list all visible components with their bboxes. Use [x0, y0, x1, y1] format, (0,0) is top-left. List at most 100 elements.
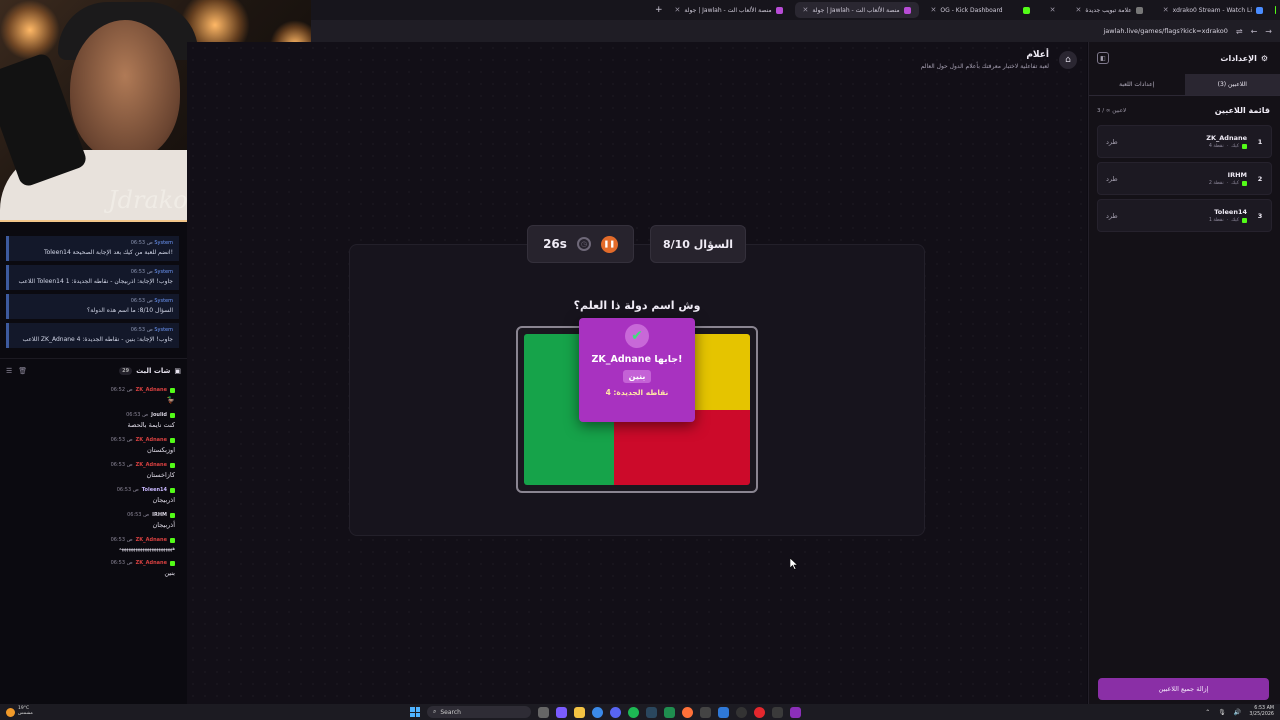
system-message: 06:53 ص System اللاعب ZK_Adnane جاوب! ال… [6, 323, 179, 348]
browser-tab[interactable]: ✕ علامة تبويب جديدة [1067, 2, 1150, 18]
firefox-icon[interactable] [682, 706, 693, 718]
volume-icon[interactable]: 🔊 [1234, 709, 1241, 716]
excel-icon[interactable] [664, 706, 675, 718]
jawlah-favicon-icon [775, 6, 783, 14]
chat-username[interactable]: Joulid [151, 412, 167, 418]
message-text: أذربيجان [152, 521, 175, 529]
browser-tab[interactable]: ✕ OG - Kick Dashboard [923, 2, 1011, 18]
app-icon[interactable] [700, 706, 711, 718]
player-count: 3 / ∞ لاعبين [1097, 107, 1127, 114]
remove-all-players-button[interactable]: إزالة جميع اللاعبين [1098, 678, 1269, 700]
app-icon[interactable] [790, 706, 801, 718]
player-row: طرد IRHM 2 نقطة · كيك 2 [1097, 162, 1272, 195]
correct-answer-popup: ✔ ZK_Adnane جابها! بنين نقاطه الجديدة: 4 [579, 318, 695, 422]
chat-message-list: 06:52 ص ZK_Adnane 🦆 06:53 ص Joulid كنت ناي… [0, 383, 187, 581]
file-explorer-icon[interactable] [574, 706, 585, 718]
kick-player-button[interactable]: طرد [1106, 212, 1118, 220]
streamer-face [70, 20, 180, 160]
chat-username[interactable]: ZK_Adnane [136, 437, 167, 443]
message-time: 06:53 ص [126, 412, 149, 418]
question-counter: السؤال 8/10 [650, 225, 746, 263]
weather-desc: مشمس [18, 711, 33, 716]
message-text: بنين [164, 569, 175, 577]
back-arrow-icon[interactable]: ← [1251, 27, 1258, 36]
close-tab-icon[interactable]: ✕ [1163, 6, 1169, 14]
app-icon[interactable] [772, 706, 783, 718]
weather-widget[interactable]: 19°C مشمس [6, 706, 33, 717]
home-button[interactable]: ⌂ [1059, 51, 1077, 69]
steam-icon[interactable] [646, 706, 657, 718]
chat-message: 06:53 ص Joulid كنت نايمة بالحصة [0, 408, 187, 433]
close-tab-icon[interactable]: ✕ [675, 6, 681, 14]
new-tab-icon[interactable]: + [655, 5, 663, 15]
url-text[interactable]: jawlah.live/games/flags?kick=xdrako0 [1103, 27, 1227, 35]
kick-badge-icon [170, 412, 175, 418]
tab-players[interactable]: اللاعبين (3) [1184, 74, 1280, 95]
chat-username[interactable]: ZK_Adnane [136, 387, 167, 393]
spotify-icon[interactable] [628, 706, 639, 718]
browser-tab[interactable]: ✕ [1042, 2, 1064, 18]
discord-icon[interactable] [610, 706, 621, 718]
close-tab-icon[interactable]: ✕ [1050, 6, 1056, 14]
player-points: 1 نقطة [1208, 218, 1224, 223]
filter-icon[interactable]: ☰ [6, 367, 12, 375]
answer-country: بنين [622, 370, 652, 383]
message-text: Toleen14 انضم للعبة من كيك بعد الإجابة ا… [43, 249, 173, 256]
forward-arrow-icon[interactable]: → [1265, 27, 1272, 36]
pause-button[interactable]: ❚❚ [600, 235, 618, 253]
chat-message: 06:53 ص ZK_Adnane كازاخستان [0, 458, 187, 483]
taskbar-search[interactable]: ⌕ Search [427, 706, 531, 718]
chat-username[interactable]: Toleen14 [142, 487, 167, 493]
close-tab-icon[interactable]: ✕ [803, 6, 809, 14]
kick-badge-icon [170, 537, 175, 543]
collapse-panel-button[interactable]: ◧ [1097, 52, 1109, 64]
tune-icon[interactable]: ⇌ [1236, 27, 1243, 36]
message-time: 06:52 ص [110, 387, 133, 393]
tab-game-settings[interactable]: إعدادات اللعبة [1089, 74, 1185, 95]
browser-tab[interactable] [1015, 2, 1038, 18]
address-bar: jawlah.live/games/flags?kick=xdrako0 ⇌ ←… [311, 20, 1280, 42]
kick-player-button[interactable]: طرد [1106, 138, 1118, 146]
gear-icon: ⚙ [1260, 53, 1268, 63]
windows-start-icon[interactable] [410, 707, 420, 717]
chevron-up-icon[interactable]: ⌃ [1205, 709, 1210, 716]
taskbar-clock[interactable]: 6:53 AM 3/25/2026 [1249, 706, 1274, 718]
copilot-icon[interactable] [556, 706, 567, 718]
tab-label: xdrako0 Stream - Watch Li [1172, 6, 1253, 14]
browser-tab-active[interactable]: ✕ جولة | Jawlah - منصة الألعاب الت [794, 2, 919, 18]
kick-extension-icon[interactable] [1275, 6, 1276, 14]
answer-player: ZK_Adnane جابها! [591, 354, 683, 365]
message-time: 06:53 ص [110, 537, 133, 543]
message-author: System [154, 298, 173, 304]
message-author: System [154, 269, 173, 275]
microphone-icon[interactable]: 🎙 [1218, 709, 1226, 716]
kick-badge-icon [170, 437, 175, 443]
browser-tab[interactable]: ✕ جولة | Jawlah - منصة الألعاب الت [667, 2, 791, 18]
browser-tab[interactable]: ✕ xdrako0 Stream - Watch Li [1155, 2, 1271, 18]
close-tab-icon[interactable]: ✕ [1075, 6, 1081, 14]
chat-username[interactable]: ZK_Adnane [136, 560, 167, 566]
settings-app-icon[interactable] [718, 706, 729, 718]
game-subtitle: لعبة تفاعلية لاختبار معرفتك بأعلام الدول… [920, 63, 1049, 70]
chat-count-badge: 29 [119, 367, 133, 375]
player-rank: 2 [1257, 174, 1263, 183]
chat-message: 06:53 ص ZK_Adnane ههههههههههههههههههههههه… [0, 533, 187, 556]
trash-icon[interactable]: 🗑 [18, 367, 27, 375]
chat-username[interactable]: IRHM [152, 512, 167, 518]
timer-box: 26s ◷ ❚❚ [527, 225, 634, 263]
close-tab-icon[interactable]: ✕ [931, 6, 937, 14]
message-time: 06:53 ص [110, 560, 133, 566]
kick-player-button[interactable]: طرد [1106, 175, 1118, 183]
chrome-icon[interactable] [592, 706, 603, 718]
chat-username[interactable]: ZK_Adnane [136, 462, 167, 468]
browser-tab-bar: + ✕ جولة | Jawlah - منصة الألعاب الت ✕ ج… [311, 0, 1280, 20]
chat-header: ☰ 🗑 29 شات البث ▣ [0, 358, 187, 383]
chat-username[interactable]: ZK_Adnane [136, 537, 167, 543]
game-header: أعلام لعبة تفاعلية لاختبار معرفتك بأعلام… [921, 50, 1077, 70]
player-source: كيك [1231, 218, 1239, 223]
task-view-icon[interactable] [538, 706, 549, 718]
youtube-icon[interactable] [754, 706, 765, 718]
obs-icon[interactable] [736, 706, 747, 718]
chat-message: 06:53 ص IRHM أذربيجان [0, 508, 187, 533]
message-text: هههههههههههههههههههههههه [118, 546, 175, 552]
